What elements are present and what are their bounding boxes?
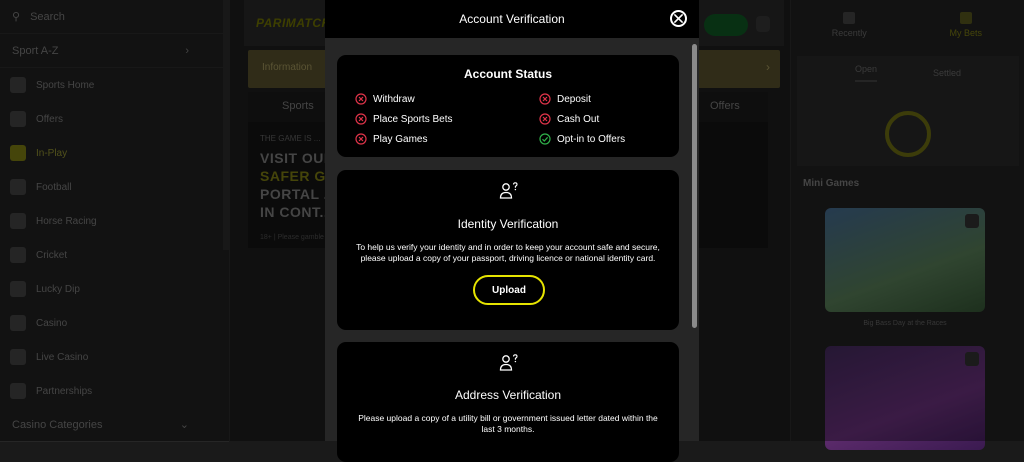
modal-header: Account Verification	[325, 0, 699, 38]
account-status-title: Account Status	[337, 67, 679, 81]
cross-circle-icon	[355, 113, 367, 125]
status-item-deposit: Deposit	[539, 93, 591, 105]
status-label: Deposit	[557, 94, 591, 105]
identity-verification-description: To help us verify your identity and in o…	[351, 242, 665, 264]
status-label: Cash Out	[557, 114, 599, 125]
modal-title: Account Verification	[459, 12, 564, 26]
status-item-withdraw: Withdraw	[355, 93, 415, 105]
cross-circle-icon	[539, 113, 551, 125]
person-question-icon	[499, 182, 519, 200]
identity-verification-title: Identity Verification	[337, 217, 679, 231]
status-label: Play Games	[373, 134, 427, 145]
page-background: ⚲ Search Sport A-Z › Sports Home Offers …	[0, 0, 1024, 441]
close-icon	[674, 14, 683, 23]
account-status-card: Account Status Withdraw Deposit Place Sp…	[337, 55, 679, 157]
status-label: Opt-in to Offers	[557, 134, 625, 145]
address-verification-card: Address Verification Please upload a cop…	[337, 342, 679, 462]
account-verification-modal: Account Verification Account Status With…	[325, 0, 699, 441]
identity-verification-card: Identity Verification To help us verify …	[337, 170, 679, 330]
status-item-play-games: Play Games	[355, 133, 427, 145]
cross-circle-icon	[539, 93, 551, 105]
person-question-icon	[499, 354, 519, 372]
status-label: Withdraw	[373, 94, 415, 105]
upload-button[interactable]: Upload	[473, 275, 545, 305]
cross-circle-icon	[355, 133, 367, 145]
cross-circle-icon	[355, 93, 367, 105]
check-circle-icon	[539, 133, 551, 145]
address-verification-title: Address Verification	[337, 388, 679, 402]
modal-scrollbar[interactable]	[692, 44, 697, 328]
status-item-cash-out: Cash Out	[539, 113, 599, 125]
close-button[interactable]	[670, 10, 687, 27]
status-label: Place Sports Bets	[373, 114, 452, 125]
status-item-place-sports-bets: Place Sports Bets	[355, 113, 452, 125]
status-item-opt-in-offers: Opt-in to Offers	[539, 133, 625, 145]
address-verification-description: Please upload a copy of a utility bill o…	[351, 413, 665, 435]
